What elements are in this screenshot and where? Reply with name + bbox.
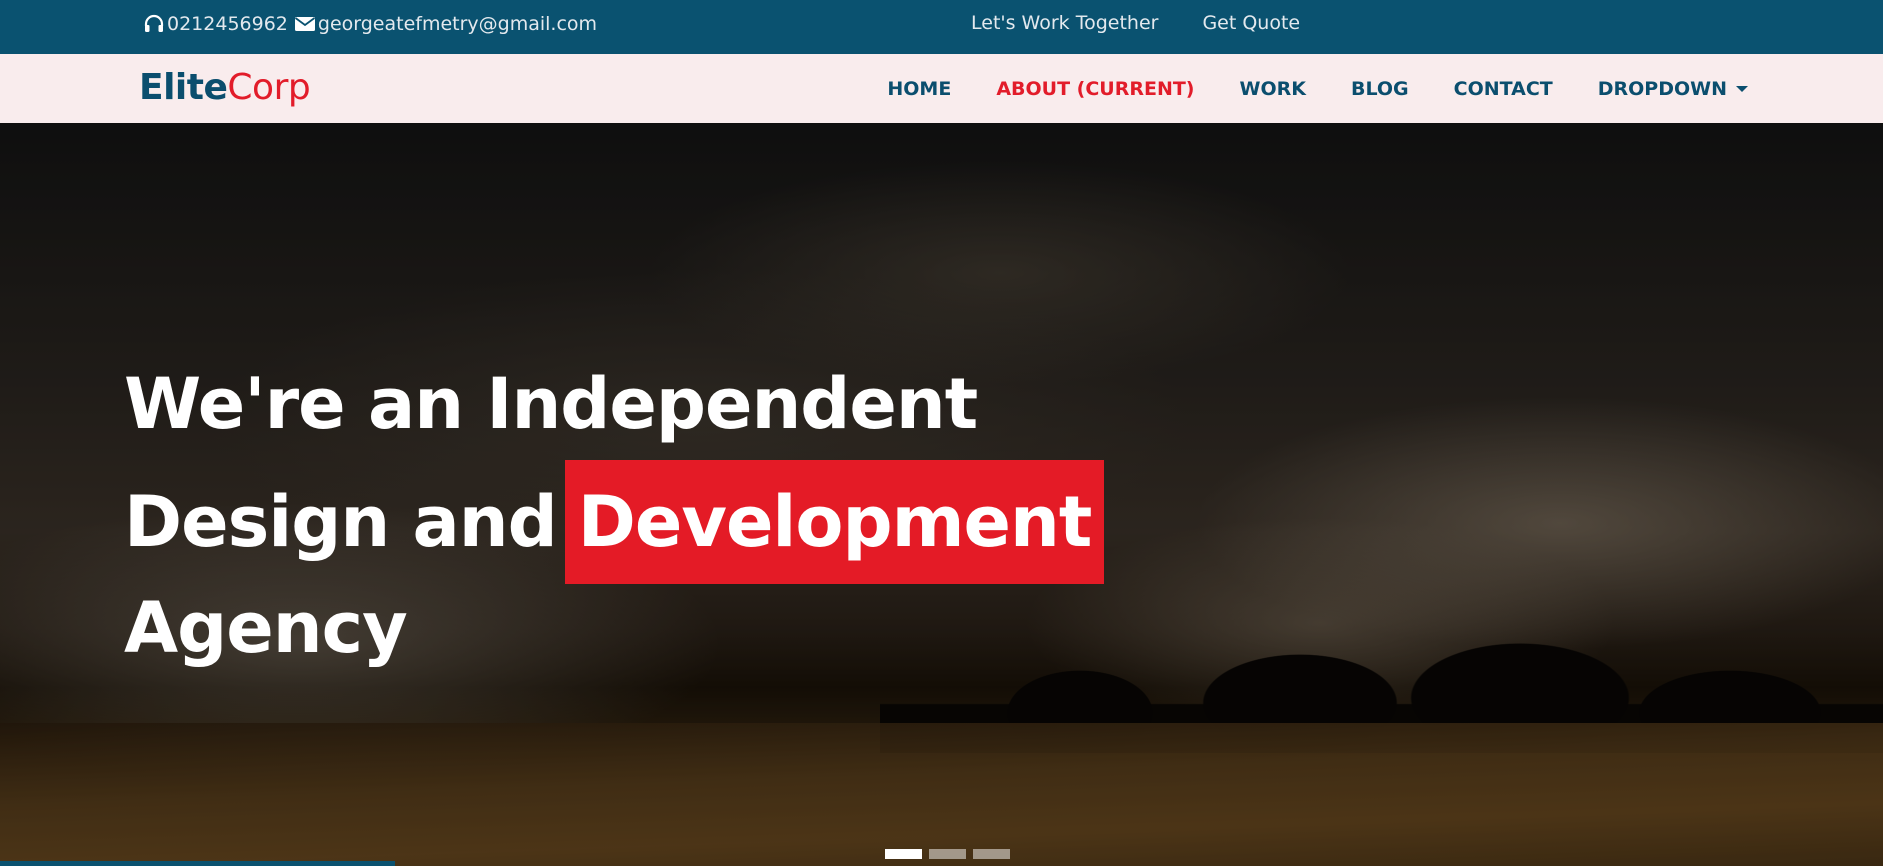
- caret-down-icon: [1736, 86, 1748, 92]
- contact-info: 0212456962 georgeatefmetry@gmail.com: [143, 10, 597, 38]
- headline-plain-text: Design and: [124, 481, 558, 563]
- headline-highlight: Development: [564, 460, 1105, 584]
- headline-line-3: Agency: [124, 587, 408, 669]
- nav-item-home[interactable]: HOME: [887, 78, 951, 100]
- lets-work-together-link[interactable]: Let's Work Together: [971, 12, 1158, 34]
- hero-headline: We're an Independent Design and Developme…: [124, 348, 1105, 684]
- main-navbar: EliteCorp HOME ABOUT (CURRENT) WORK BLOG…: [0, 54, 1883, 123]
- nav-item-about[interactable]: ABOUT (CURRENT): [996, 78, 1194, 100]
- carousel-indicator-1[interactable]: [885, 849, 922, 859]
- phone-number[interactable]: 0212456962: [167, 13, 288, 35]
- carousel-indicator-2[interactable]: [929, 849, 966, 859]
- nav-menu: HOME ABOUT (CURRENT) WORK BLOG CONTACT D…: [842, 78, 1748, 100]
- nav-item-dropdown[interactable]: DROPDOWN: [1598, 78, 1748, 100]
- nav-item-work[interactable]: WORK: [1240, 78, 1306, 100]
- headline-line-1: We're an Independent: [124, 363, 978, 445]
- envelope-icon: [294, 15, 316, 33]
- carousel-indicators: [885, 849, 1017, 859]
- get-quote-link[interactable]: Get Quote: [1202, 12, 1300, 34]
- headphones-icon: [143, 14, 165, 34]
- brand-logo[interactable]: EliteCorp: [139, 66, 311, 110]
- dropdown-label: DROPDOWN: [1597, 78, 1727, 100]
- nav-item-contact[interactable]: CONTACT: [1454, 78, 1553, 100]
- email-address[interactable]: georgeatefmetry@gmail.com: [318, 13, 597, 35]
- bottom-accent-strip: [0, 861, 395, 866]
- brand-part-corp: Corp: [227, 67, 311, 108]
- nav-item-blog[interactable]: BLOG: [1351, 78, 1409, 100]
- carousel-indicator-3[interactable]: [973, 849, 1010, 859]
- headline-line-2: Design and Development: [124, 460, 1105, 584]
- top-contact-bar: 0212456962 georgeatefmetry@gmail.com Let…: [0, 0, 1883, 54]
- topbar-links: Let's Work Together Get Quote: [971, 12, 1344, 34]
- brand-part-elite: Elite: [139, 67, 228, 108]
